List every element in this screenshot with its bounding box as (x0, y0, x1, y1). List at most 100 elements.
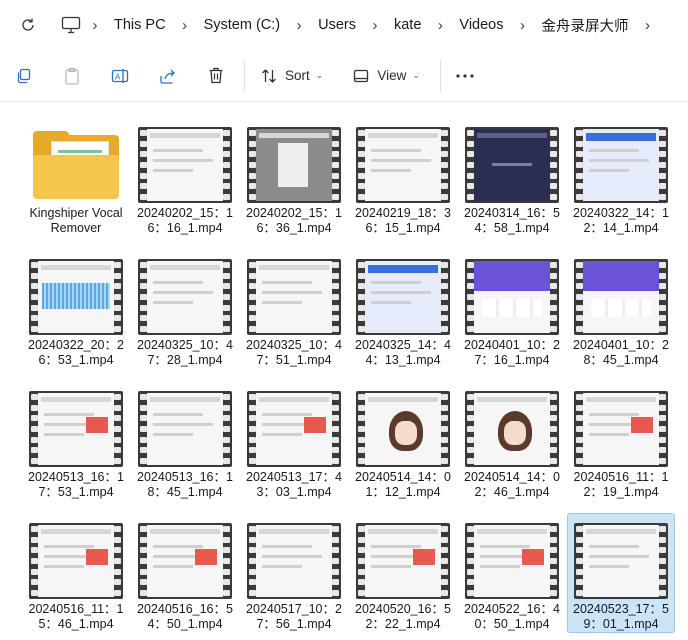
video-file-item[interactable]: 20240517_10：27：56_1.mp4 (240, 513, 348, 633)
video-file-item[interactable]: 20240401_10：27：16_1.mp4 (458, 249, 566, 369)
video-file-item[interactable]: 20240325_14：44：13_1.mp4 (349, 249, 457, 369)
video-thumbnail (355, 388, 451, 470)
file-name: 20240325_10：47：51_1.mp4 (246, 338, 342, 367)
breadcrumb: › This PC › System (C:) › Users › kate ›… (60, 0, 660, 50)
refresh-button[interactable] (14, 11, 42, 39)
file-name: 20240516_16：54：50_1.mp4 (137, 602, 233, 631)
breadcrumb-kate[interactable]: kate (388, 17, 427, 33)
refresh-icon (22, 18, 34, 31)
breadcrumb-current-folder[interactable]: 金舟录屏大师 (535, 15, 634, 36)
video-thumbnail (464, 520, 560, 602)
rename-button[interactable]: A (102, 58, 138, 94)
folder-item[interactable]: Kingshiper Vocal Remover (22, 117, 130, 237)
file-name: 20240516_11：15：46_1.mp4 (28, 602, 124, 631)
video-thumbnail (246, 388, 342, 470)
video-file-item[interactable]: 20240514_14：01：12_1.mp4 (349, 381, 457, 501)
divider (244, 59, 245, 92)
video-file-item[interactable]: 20240523_17：59：01_1.mp4 (567, 513, 675, 633)
folder-icon (28, 124, 124, 206)
file-name: 20240523_17：59：01_1.mp4 (573, 602, 669, 631)
file-name: 20240513_16：18：45_1.mp4 (137, 470, 233, 499)
view-button[interactable]: View ⌄ (345, 58, 428, 94)
video-file-item[interactable]: 20240520_16：52：22_1.mp4 (349, 513, 457, 633)
video-file-item[interactable]: 20240514_14：02：46_1.mp4 (458, 381, 566, 501)
chevron-right-icon[interactable]: › (286, 0, 312, 50)
file-name: 20240514_14：01：12_1.mp4 (355, 470, 451, 499)
breadcrumb-videos[interactable]: Videos (453, 17, 509, 33)
video-file-item[interactable]: 20240314_16：54：58_1.mp4 (458, 117, 566, 237)
file-name: 20240513_17：43：03_1.mp4 (246, 470, 342, 499)
video-file-item[interactable]: 20240219_18：36：15_1.mp4 (349, 117, 457, 237)
file-name: 20240322_14：12：14_1.mp4 (573, 206, 669, 235)
view-icon (354, 69, 369, 82)
share-icon (160, 69, 175, 84)
video-thumbnail (137, 124, 233, 206)
file-name: 20240314_16：54：58_1.mp4 (464, 206, 560, 235)
file-list: Kingshiper Vocal Remover 20240202_15：16：1… (0, 103, 688, 640)
breadcrumb-this-pc[interactable]: This PC (108, 17, 172, 33)
file-name: 20240219_18：36：15_1.mp4 (355, 206, 451, 235)
address-bar: › This PC › System (C:) › Users › kate ›… (0, 0, 688, 50)
video-file-item[interactable]: 20240401_10：28：45_1.mp4 (567, 249, 675, 369)
video-file-item[interactable]: 20240513_16：17：53_1.mp4 (22, 381, 130, 501)
video-file-item[interactable]: 20240516_16：54：50_1.mp4 (131, 513, 239, 633)
rename-icon: A (111, 68, 129, 83)
video-thumbnail (355, 520, 451, 602)
video-thumbnail (573, 520, 669, 602)
file-name: 20240202_15：16：16_1.mp4 (137, 206, 233, 235)
more-icon (456, 73, 474, 78)
video-thumbnail (464, 256, 560, 338)
copy-button[interactable] (6, 58, 42, 94)
video-file-item[interactable]: 20240322_14：12：14_1.mp4 (567, 117, 675, 237)
video-file-item[interactable]: 20240516_11：12：19_1.mp4 (567, 381, 675, 501)
video-file-item[interactable]: 20240513_16：18：45_1.mp4 (131, 381, 239, 501)
video-thumbnail (355, 256, 451, 338)
file-name: 20240325_10：47：28_1.mp4 (137, 338, 233, 367)
video-thumbnail (464, 124, 560, 206)
paste-icon (65, 67, 79, 85)
file-name: 20240401_10：27：16_1.mp4 (464, 338, 560, 367)
video-thumbnail (28, 388, 124, 470)
chevron-right-icon[interactable]: › (634, 0, 660, 50)
video-thumbnail (137, 256, 233, 338)
video-file-item[interactable]: 20240202_15：16：16_1.mp4 (131, 117, 239, 237)
chevron-down-icon: ⌄ (315, 70, 324, 80)
chevron-right-icon[interactable]: › (362, 0, 388, 50)
video-file-item[interactable]: 20240513_17：43：03_1.mp4 (240, 381, 348, 501)
video-thumbnail (28, 520, 124, 602)
delete-button[interactable] (198, 58, 234, 94)
video-thumbnail (246, 256, 342, 338)
video-thumbnail (137, 520, 233, 602)
video-thumbnail (573, 124, 669, 206)
sort-icon (262, 68, 276, 83)
this-pc-icon[interactable] (60, 14, 82, 36)
video-file-item[interactable]: 20240522_16：40：50_1.mp4 (458, 513, 566, 633)
more-options-button[interactable] (447, 58, 483, 94)
video-file-item[interactable]: 20240202_15：16：36_1.mp4 (240, 117, 348, 237)
file-name: Kingshiper Vocal Remover (29, 206, 123, 235)
video-thumbnail (464, 388, 560, 470)
video-thumbnail (246, 520, 342, 602)
sort-button[interactable]: Sort ⌄ (253, 58, 331, 94)
file-name: 20240202_15：16：36_1.mp4 (246, 206, 342, 235)
video-file-item[interactable]: 20240516_11：15：46_1.mp4 (22, 513, 130, 633)
breadcrumb-users[interactable]: Users (312, 17, 362, 33)
breadcrumb-system-c[interactable]: System (C:) (198, 17, 287, 33)
file-name: 20240322_20：26：53_1.mp4 (28, 338, 124, 367)
file-name: 20240522_16：40：50_1.mp4 (464, 602, 560, 631)
video-file-item[interactable]: 20240325_10：47：51_1.mp4 (240, 249, 348, 369)
chevron-right-icon[interactable]: › (172, 0, 198, 50)
file-name: 20240513_16：17：53_1.mp4 (28, 470, 124, 499)
paste-button[interactable] (54, 58, 90, 94)
chevron-right-icon[interactable]: › (427, 0, 453, 50)
video-thumbnail (246, 124, 342, 206)
chevron-right-icon[interactable]: › (509, 0, 535, 50)
video-file-item[interactable]: 20240322_20：26：53_1.mp4 (22, 249, 130, 369)
video-thumbnail (137, 388, 233, 470)
file-name: 20240516_11：12：19_1.mp4 (573, 470, 669, 499)
trash-icon (209, 67, 223, 84)
video-thumbnail (573, 388, 669, 470)
chevron-right-icon[interactable]: › (82, 0, 108, 50)
share-button[interactable] (150, 58, 186, 94)
video-file-item[interactable]: 20240325_10：47：28_1.mp4 (131, 249, 239, 369)
